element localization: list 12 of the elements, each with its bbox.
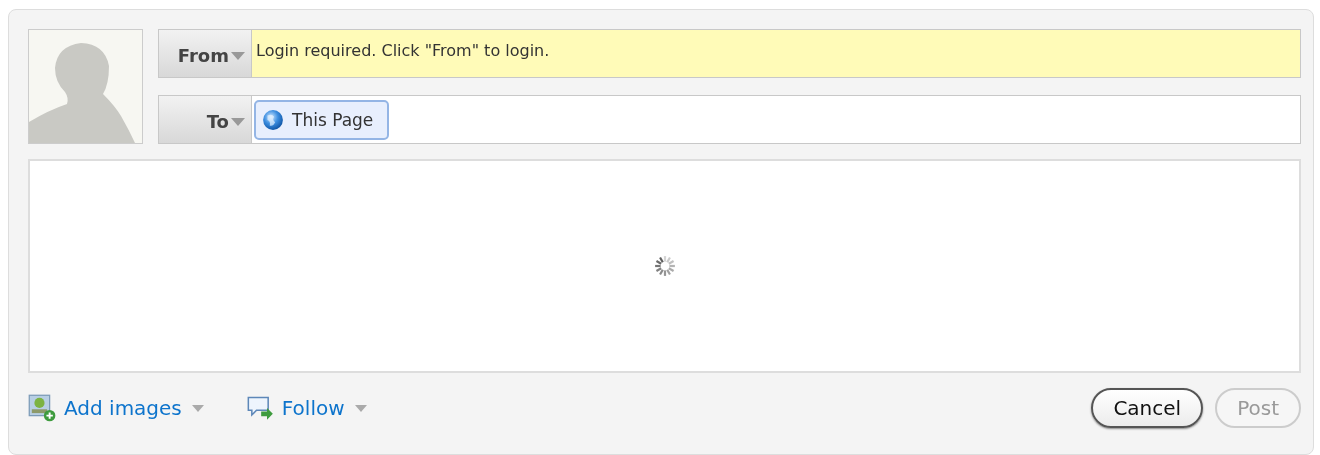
from-button[interactable]: From bbox=[159, 30, 252, 77]
caret-icon bbox=[191, 404, 204, 412]
action-button[interactable]: Cancel bbox=[1091, 388, 1204, 428]
login-message: Login required. Click "From" to login. bbox=[252, 30, 1300, 77]
action-link[interactable]: Follow bbox=[281, 396, 345, 420]
add-image-icon bbox=[28, 394, 56, 422]
action-link[interactable]: Add images bbox=[64, 396, 182, 420]
message-area[interactable] bbox=[28, 159, 1301, 373]
loading-spinner-icon bbox=[653, 255, 676, 277]
speech-bubble-arrow-icon bbox=[245, 394, 274, 422]
avatar-icon bbox=[28, 29, 143, 144]
caret-icon bbox=[354, 404, 367, 412]
